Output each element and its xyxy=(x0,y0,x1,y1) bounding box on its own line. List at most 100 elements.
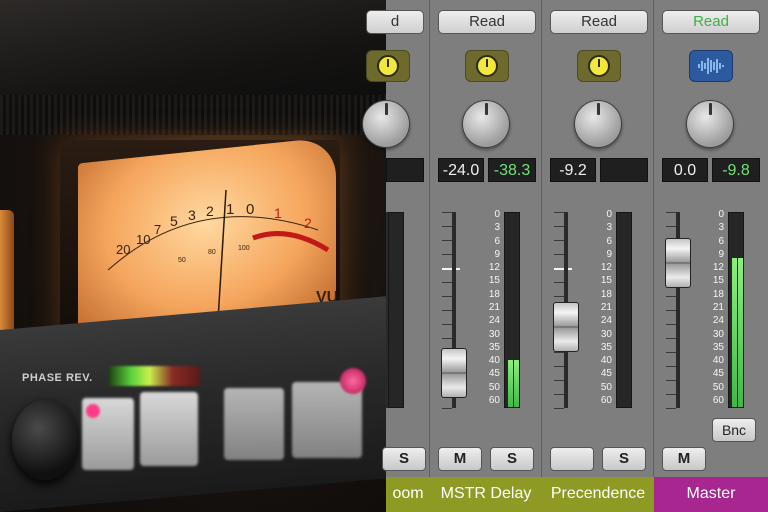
mute-button[interactable]: M xyxy=(662,447,706,471)
fader-tick xyxy=(554,394,564,395)
fader-tick xyxy=(554,268,572,270)
mute-button[interactable] xyxy=(550,447,594,471)
fader-scale: 0 3 6 9 12 15 18 21 24 30 35 40 45 50 60 xyxy=(474,210,500,410)
peak-value: -9.8 xyxy=(712,158,760,182)
fader-tick xyxy=(442,240,452,241)
fader-scale-label: 21 xyxy=(600,302,612,313)
vu-meter-photo: 20 10 7 5 3 2 1 0 1 2 50 80 100 VU PHASE… xyxy=(0,0,386,512)
sub-100: 100 xyxy=(238,245,250,252)
plugin-slot[interactable] xyxy=(689,50,733,82)
level-meter xyxy=(504,212,520,408)
fader-scale-label: 50 xyxy=(600,381,612,393)
hardware-button-3 xyxy=(224,388,284,460)
bounce-button[interactable]: Bnc xyxy=(712,418,756,442)
peak-value: -38.3 xyxy=(488,158,536,182)
automation-read-button[interactable]: Read xyxy=(438,10,536,34)
fader-tick xyxy=(442,296,452,297)
mute-button[interactable]: M xyxy=(438,447,482,471)
channel-strip-room: d S oom xyxy=(362,0,430,512)
fader-tick xyxy=(666,394,676,395)
scale-plus1: 1 xyxy=(274,205,282,221)
fader-scale-label: 40 xyxy=(600,355,612,367)
fader-scale-label: 15 xyxy=(600,275,612,287)
level-meter xyxy=(728,212,744,408)
pan-knob[interactable] xyxy=(462,100,510,148)
fader-scale-label: 35 xyxy=(712,341,724,353)
track-name[interactable]: MSTR Delay xyxy=(430,477,542,512)
fader-tick xyxy=(554,240,564,241)
fader-tick xyxy=(666,338,676,339)
fader-scale-label: 40 xyxy=(488,355,500,367)
fader-tick xyxy=(554,408,564,409)
automation-read-button[interactable]: Read xyxy=(550,10,648,34)
scale-5: 5 xyxy=(170,213,178,229)
fader-tick xyxy=(554,226,564,227)
waveform-icon xyxy=(698,58,724,74)
plugin-slot[interactable] xyxy=(577,50,621,82)
fader-scale-label: 40 xyxy=(712,355,724,367)
fader-scale: 0 3 6 9 12 15 18 21 24 30 35 40 45 50 60 xyxy=(698,210,724,410)
red-led xyxy=(340,368,366,394)
automation-read-button[interactable]: Read xyxy=(662,10,760,34)
fader-scale-label: 9 xyxy=(494,248,500,260)
fader-tick xyxy=(442,282,452,283)
fader-tick xyxy=(666,226,676,227)
peak-value xyxy=(600,158,648,182)
fader-scale-label: 9 xyxy=(718,248,724,260)
plugin-slot[interactable] xyxy=(366,50,410,82)
track-name[interactable]: Precendence xyxy=(542,477,654,512)
fader-tick xyxy=(442,324,452,325)
fader-scale-label: 30 xyxy=(600,328,612,340)
fader-scale-label: 3 xyxy=(718,222,724,234)
fader-scale-label: 21 xyxy=(488,302,500,313)
fader-tick xyxy=(442,254,452,255)
fader-tick xyxy=(554,380,564,381)
fader-scale-label: 15 xyxy=(488,275,500,287)
pan-knob[interactable] xyxy=(362,100,410,148)
fader-scale-label: 50 xyxy=(712,381,724,393)
pan-knob[interactable] xyxy=(574,100,622,148)
hardware-button-2 xyxy=(140,392,198,466)
sub-50: 50 xyxy=(178,257,186,264)
fader-scale-label: 18 xyxy=(488,288,500,300)
automation-read-button[interactable]: d xyxy=(366,10,424,34)
fader-scale-label: 21 xyxy=(712,302,724,313)
fader-scale-label: 30 xyxy=(488,328,500,340)
fader-scale-label: 45 xyxy=(600,368,612,380)
fader-tick xyxy=(442,212,452,213)
solo-button[interactable]: S xyxy=(602,447,646,471)
mixer-panel: d S oom Read -24.0 -38.3 0 3 6 9 12 15 18 21 24 3… xyxy=(362,0,768,512)
solo-button[interactable]: S xyxy=(382,447,426,471)
fader-scale-label: 24 xyxy=(488,315,500,327)
volume-fader[interactable] xyxy=(553,302,579,352)
fader-tick xyxy=(442,268,460,270)
scale-3: 3 xyxy=(188,207,196,223)
volume-fader[interactable] xyxy=(441,348,467,398)
yellow-dial-icon xyxy=(476,55,498,77)
fader-tick xyxy=(666,352,676,353)
fader-tick xyxy=(554,296,564,297)
fader-scale-label: 3 xyxy=(494,222,500,234)
plugin-slot[interactable] xyxy=(465,50,509,82)
yellow-dial-icon xyxy=(377,55,399,77)
fader-scale-label: 24 xyxy=(712,315,724,327)
fader-scale-label: 60 xyxy=(600,395,612,406)
sub-80: 80 xyxy=(208,249,216,256)
pink-led xyxy=(86,404,100,418)
solo-button[interactable]: S xyxy=(490,447,534,471)
pan-knob[interactable] xyxy=(686,100,734,148)
fader-scale-label: 0 xyxy=(718,209,724,220)
fader-tick xyxy=(554,282,564,283)
vent-grille xyxy=(0,95,386,135)
scale-0: 0 xyxy=(246,201,254,218)
meter-bar-right xyxy=(514,360,519,407)
phase-knob xyxy=(12,400,78,480)
fader-tick xyxy=(554,212,564,213)
volume-fader[interactable] xyxy=(665,238,691,288)
track-name[interactable]: Master xyxy=(654,477,768,512)
pan-value: -24.0 xyxy=(438,158,484,182)
fader-scale-label: 12 xyxy=(488,262,500,274)
fader-scale-label: 35 xyxy=(600,341,612,353)
scale-plus2: 2 xyxy=(304,215,312,231)
track-name[interactable]: oom xyxy=(386,477,430,512)
